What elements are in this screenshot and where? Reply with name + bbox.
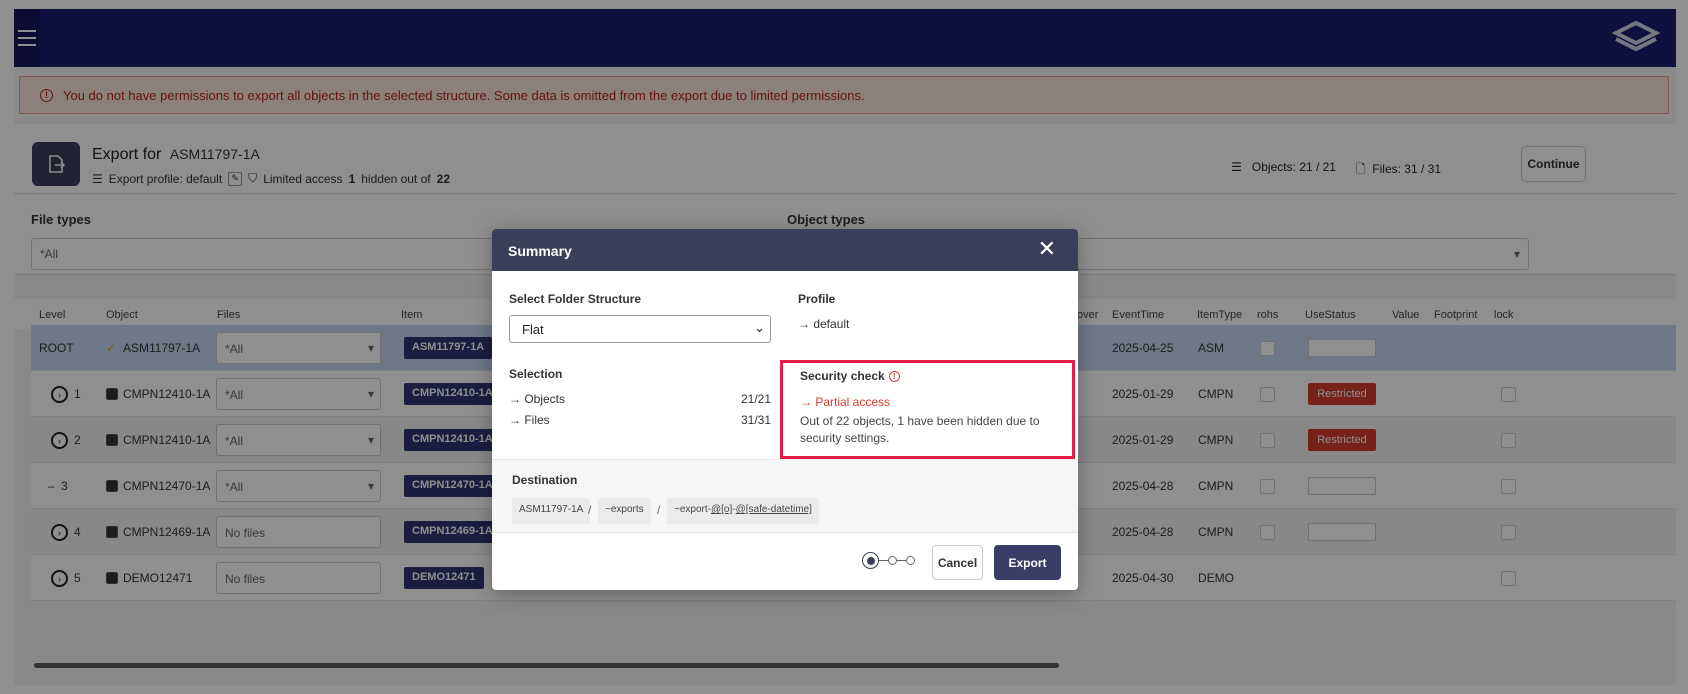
selection-files-label: → Files (509, 413, 550, 427)
step-pending (906, 556, 915, 565)
destination-section: Destination ASM11797-1A / ~exports / ~ex… (492, 459, 1078, 533)
path-separator: / (657, 503, 661, 517)
folder-structure-label: Select Folder Structure (509, 292, 642, 306)
partial-access-status: → Partial access (800, 395, 891, 409)
selection-objects-label: → Objects (509, 392, 566, 406)
security-label: Security check (800, 369, 885, 383)
step-pending (888, 556, 897, 565)
close-icon[interactable]: ✕ (1038, 238, 1056, 260)
selection-files-value: 31/31 (741, 413, 772, 427)
folder-structure-select[interactable]: Flat ⌄ (509, 315, 771, 343)
path-separator: / (588, 503, 592, 517)
profile-value: → default (798, 317, 850, 331)
file-token-datetime: @[safe-datetime] (735, 504, 812, 515)
selection-label: Selection (509, 367, 563, 381)
info-icon: ! (888, 370, 900, 382)
destination-file-chip[interactable]: ~export-@[o]-@[safe-datetime] (667, 498, 819, 524)
summary-dialog: Summary ✕ Select Folder Structure Flat ⌄… (492, 229, 1078, 590)
export-button[interactable]: Export (994, 545, 1061, 580)
dialog-header: Summary ✕ (492, 229, 1078, 271)
profile-label: Profile (798, 292, 836, 306)
file-token-object: @[o] (710, 504, 733, 515)
destination-root-chip[interactable]: ASM11797-1A (512, 498, 591, 524)
step-current (862, 552, 879, 569)
file-prefix: ~export- (674, 504, 711, 515)
folder-structure-value: Flat (522, 322, 544, 337)
security-check-panel: Security check ! → Partial access Out of… (780, 360, 1075, 459)
cancel-button[interactable]: Cancel (932, 545, 983, 580)
step-indicator (862, 552, 915, 569)
security-check-title: Security check ! (800, 369, 1055, 383)
security-description: Out of 22 objects, 1 have been hidden du… (800, 414, 1040, 445)
selection-objects-value: 21/21 (741, 392, 772, 406)
dialog-title: Summary (508, 243, 572, 259)
destination-label: Destination (512, 473, 578, 487)
chevron-down-icon: ⌄ (754, 320, 765, 335)
destination-folder-chip[interactable]: ~exports (598, 498, 651, 524)
